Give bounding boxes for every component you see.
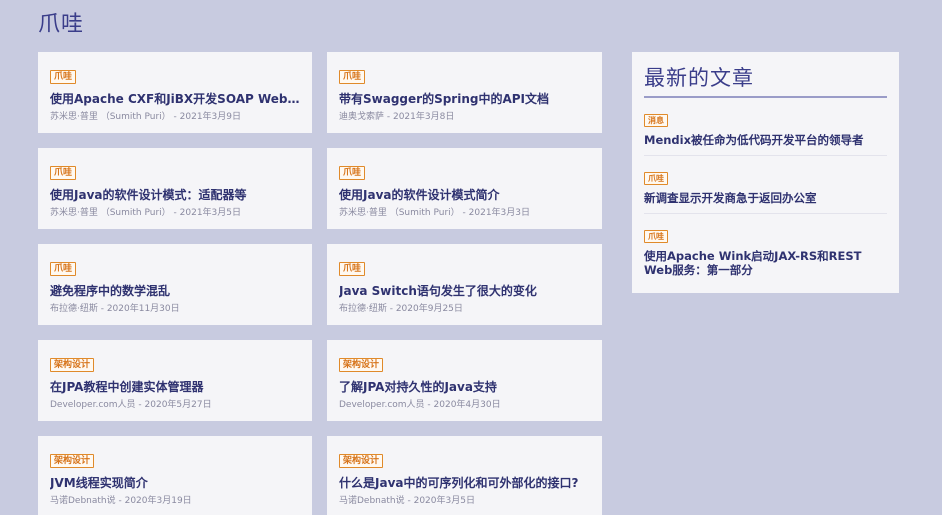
category-tag[interactable]: 爪哇: [339, 166, 366, 180]
article-meta: Developer.com人员 - 2020年5月27日: [50, 400, 212, 410]
article-meta: 苏米思·普里 （Sumith Puri） - 2021年3月5日: [50, 208, 242, 218]
category-tag[interactable]: 架构设计: [50, 454, 95, 468]
category-tag[interactable]: 爪哇: [644, 230, 668, 243]
sidebar-title: 最新的文章: [644, 62, 887, 98]
category-tag[interactable]: 消息: [644, 114, 668, 127]
category-tag[interactable]: 爪哇: [339, 70, 366, 84]
article-title[interactable]: 避免程序中的数学混乱: [50, 284, 300, 299]
sidebar-article-title[interactable]: 新调查显示开发商急于返回办公室: [644, 191, 887, 205]
sidebar-article[interactable]: 爪哇 使用Apache Wink启动JAX-RS和REST Web服务：第一部分: [644, 214, 887, 285]
page: 爪哇 爪哇 使用Apache CXF和JiBX开发SOAP Web服务 苏米思·…: [0, 0, 942, 515]
article-title[interactable]: JVM线程实现简介: [50, 476, 300, 491]
article-title[interactable]: 使用Apache CXF和JiBX开发SOAP Web服务: [50, 92, 300, 107]
sidebar-article-title[interactable]: 使用Apache Wink启动JAX-RS和REST Web服务：第一部分: [644, 249, 887, 277]
article-grid: 爪哇 使用Apache CXF和JiBX开发SOAP Web服务 苏米思·普里 …: [38, 52, 602, 515]
article-card[interactable]: 爪哇 使用Apache CXF和JiBX开发SOAP Web服务 苏米思·普里 …: [38, 52, 312, 133]
article-meta: 布拉德·纽斯 - 2020年9月25日: [339, 304, 463, 314]
article-card[interactable]: 架构设计 什么是Java中的可序列化和可外部化的接口? 马诺Debnath说 -…: [327, 436, 602, 515]
article-title[interactable]: 使用Java的软件设计模式：适配器等: [50, 188, 300, 203]
article-title[interactable]: 带有Swagger的Spring中的API文档: [339, 92, 590, 107]
category-tag[interactable]: 爪哇: [339, 262, 366, 276]
article-meta: 苏米思·普里 （Sumith Puri） - 2021年3月3日: [339, 208, 531, 218]
category-tag[interactable]: 架构设计: [50, 358, 95, 372]
article-meta: 迪奥戈索萨 - 2021年3月8日: [339, 112, 455, 122]
article-card[interactable]: 架构设计 了解JPA对持久性的Java支持 Developer.com人员 - …: [327, 340, 602, 421]
article-meta: 布拉德·纽斯 - 2020年11月30日: [50, 304, 180, 314]
article-card[interactable]: 架构设计 JVM线程实现简介 马诺Debnath说 - 2020年3月19日: [38, 436, 312, 515]
article-card[interactable]: 爪哇 使用Java的软件设计模式：适配器等 苏米思·普里 （Sumith Pur…: [38, 148, 312, 229]
category-tag[interactable]: 爪哇: [50, 166, 77, 180]
article-meta: 马诺Debnath说 - 2020年3月5日: [339, 496, 475, 506]
category-tag[interactable]: 架构设计: [339, 358, 384, 372]
sidebar-article[interactable]: 消息 Mendix被任命为低代码开发平台的领导者: [644, 98, 887, 156]
article-card[interactable]: 爪哇 Java Switch语句发生了很大的变化 布拉德·纽斯 - 2020年9…: [327, 244, 602, 325]
article-title[interactable]: 使用Java的软件设计模式简介: [339, 188, 590, 203]
category-tag[interactable]: 架构设计: [339, 454, 384, 468]
sidebar-article-title[interactable]: Mendix被任命为低代码开发平台的领导者: [644, 133, 887, 147]
article-title[interactable]: 在JPA教程中创建实体管理器: [50, 380, 300, 395]
page-title: 爪哇: [38, 12, 85, 37]
sidebar-article[interactable]: 爪哇 新调查显示开发商急于返回办公室: [644, 156, 887, 214]
article-title[interactable]: Java Switch语句发生了很大的变化: [339, 284, 590, 299]
article-meta: 苏米思·普里 （Sumith Puri） - 2021年3月9日: [50, 112, 242, 122]
article-card[interactable]: 架构设计 在JPA教程中创建实体管理器 Developer.com人员 - 20…: [38, 340, 312, 421]
article-title[interactable]: 了解JPA对持久性的Java支持: [339, 380, 590, 395]
article-card[interactable]: 爪哇 使用Java的软件设计模式简介 苏米思·普里 （Sumith Puri） …: [327, 148, 602, 229]
article-meta: Developer.com人员 - 2020年4月30日: [339, 400, 501, 410]
category-tag[interactable]: 爪哇: [644, 172, 668, 185]
category-tag[interactable]: 爪哇: [50, 70, 77, 84]
article-card[interactable]: 爪哇 带有Swagger的Spring中的API文档 迪奥戈索萨 - 2021年…: [327, 52, 602, 133]
category-tag[interactable]: 爪哇: [50, 262, 77, 276]
article-meta: 马诺Debnath说 - 2020年3月19日: [50, 496, 192, 506]
article-title[interactable]: 什么是Java中的可序列化和可外部化的接口?: [339, 476, 590, 491]
article-card[interactable]: 爪哇 避免程序中的数学混乱 布拉德·纽斯 - 2020年11月30日: [38, 244, 312, 325]
latest-articles-sidebar: 最新的文章 消息 Mendix被任命为低代码开发平台的领导者 爪哇 新调查显示开…: [632, 52, 899, 293]
